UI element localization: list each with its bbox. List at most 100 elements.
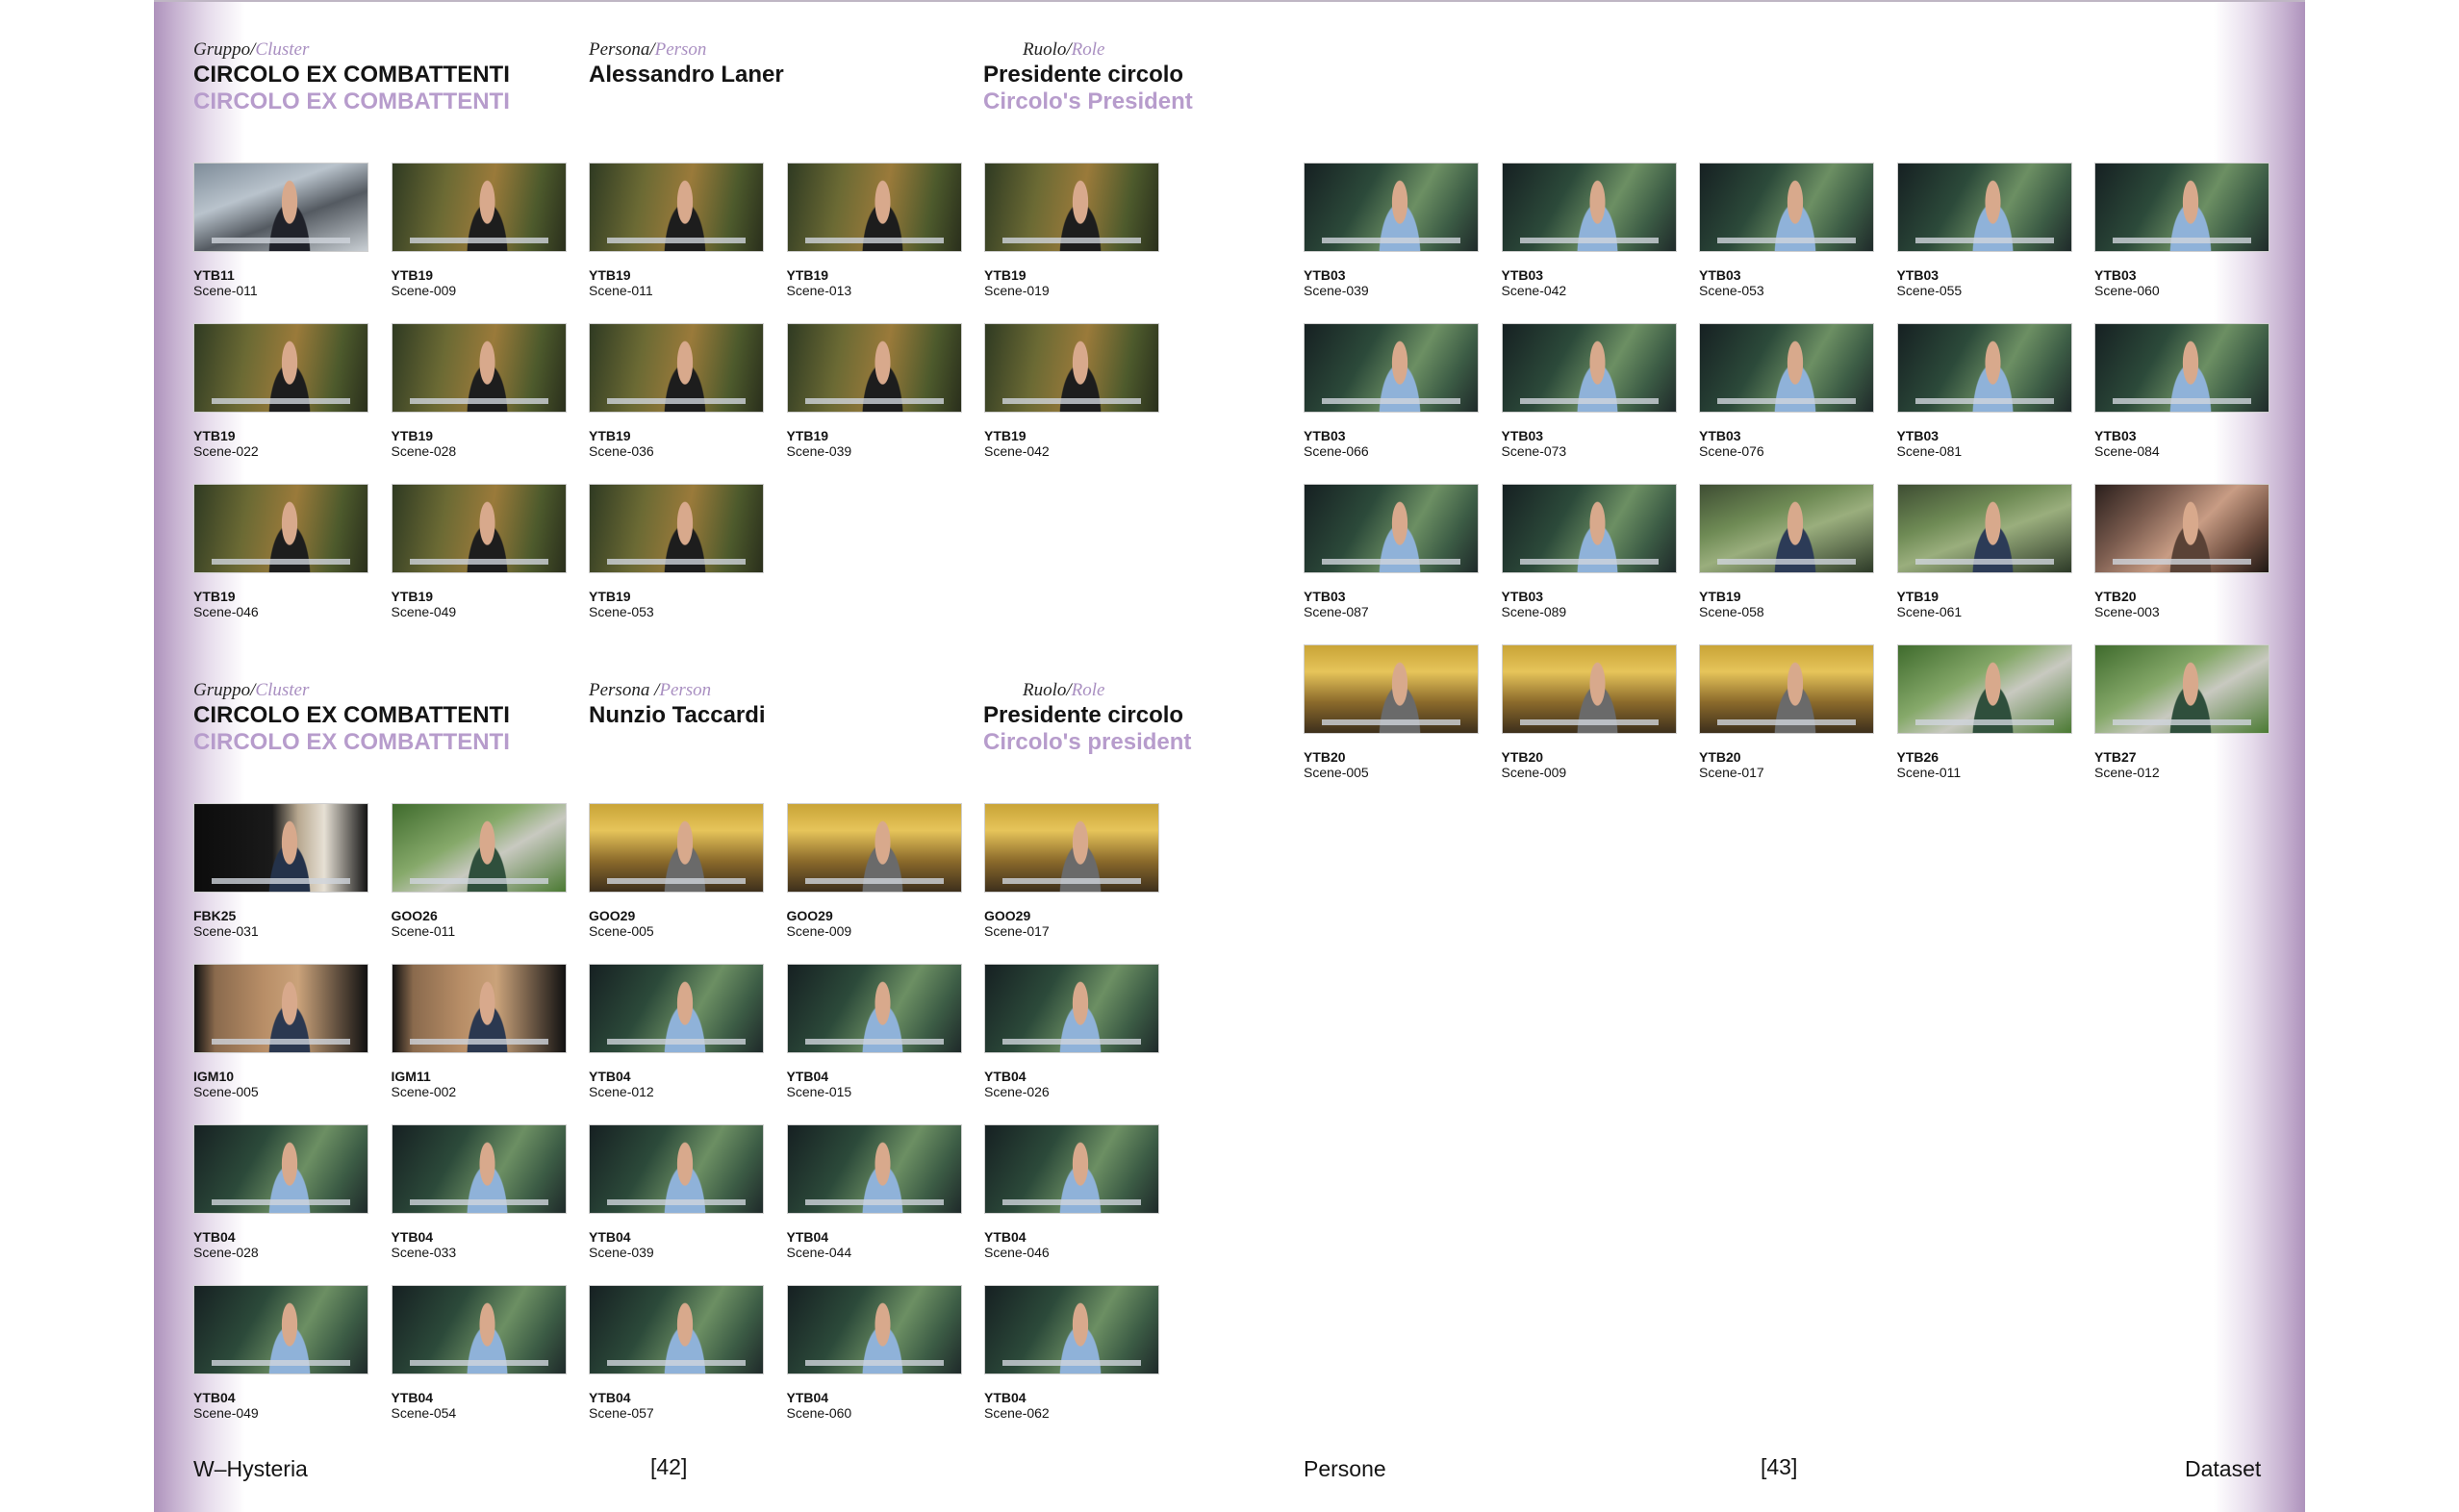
thumbnail-item: YTB19 Scene-058 [1699,484,1874,619]
thumbnail-item: YTB19 Scene-028 [391,323,567,459]
video-frame-image [193,163,368,252]
video-frame-image [1699,323,1874,413]
scene-label: Scene-031 [193,923,259,939]
thumbnail-item: YTB19 Scene-042 [984,323,1159,459]
caption-bar [212,1199,350,1205]
person-name: Alessandro Laner [589,62,784,88]
source-code-label: YTB19 [589,589,631,604]
video-frame-image [589,964,764,1053]
video-frame-image [1501,484,1677,573]
source-code-label: GOO29 [589,908,636,923]
thumbnail-item: YTB04 Scene-026 [984,964,1159,1099]
video-frame-image [1304,644,1479,734]
caption-bar [804,398,944,404]
source-code-label: YTB03 [1304,428,1346,443]
thumbnail-item: YTB04 Scene-060 [786,1285,962,1421]
caption-bar [409,1199,548,1205]
thumbnail-item: GOO29 Scene-009 [786,803,962,939]
person-label: Persona/Person [589,39,707,60]
thumbnail-item: YTB03 Scene-053 [1699,163,1874,298]
caption-bar [1914,719,2054,725]
caption-bar [409,238,548,243]
scene-label: Scene-011 [1896,765,1962,780]
caption-bar [409,398,548,404]
caption-bar [607,1360,746,1366]
source-code-label: YTB19 [984,267,1027,283]
role-name: Presidente circolo [983,62,1184,88]
video-frame-image [193,323,368,413]
source-code-label: YTB04 [193,1229,236,1245]
scene-label: Scene-084 [2094,443,2160,459]
person-name: Nunzio Taccardi [589,702,766,728]
caption-bar [1519,559,1659,565]
thumbnail-item: YTB04 Scene-033 [391,1124,567,1260]
caption-bar [2113,238,2251,243]
source-code-label: YTB03 [2094,267,2137,283]
scene-label: Scene-028 [391,443,457,459]
caption-bar [1519,398,1659,404]
video-frame-image [589,1124,764,1214]
source-code-label: YTB19 [786,267,829,283]
caption-bar [1322,559,1460,565]
video-frame-image [1699,484,1874,573]
caption-bar [212,398,350,404]
video-frame-image [193,803,368,893]
scene-label: Scene-046 [984,1245,1050,1260]
source-code-label: YTB04 [984,1069,1027,1084]
video-frame-image [589,323,764,413]
video-frame-image [1896,644,2072,734]
source-code-label: YTB19 [1896,589,1939,604]
video-frame-image [1304,163,1479,252]
caption-bar [804,1360,944,1366]
section2-cluster-block: Gruppo/Cluster CIRCOLO EX COMBATTENTI CI… [193,679,510,756]
scene-label: Scene-039 [786,443,852,459]
video-frame-image [391,1285,567,1374]
source-code-label: GOO26 [391,908,438,923]
caption-bar [1519,719,1659,725]
video-frame-image [984,1285,1159,1374]
thumbnail-item: YTB03 Scene-060 [2094,163,2269,298]
thumbnail-item: YTB19 Scene-046 [193,484,368,619]
role-label: Ruolo/Role [1023,680,1105,700]
source-code-label: YTB19 [391,589,434,604]
video-frame-image [193,964,368,1053]
scene-label: Scene-049 [391,604,457,619]
video-frame-image [984,1124,1159,1214]
thumbnail-item: YTB19 Scene-036 [589,323,764,459]
video-frame-image [391,163,567,252]
thumbnail-item: YTB26 Scene-011 [1896,644,2072,780]
scene-label: Scene-005 [1304,765,1369,780]
thumbnail-item: YTB20 Scene-009 [1501,644,1677,780]
caption-bar [1002,1039,1141,1045]
caption-bar [409,1039,548,1045]
caption-bar [607,1039,746,1045]
source-code-label: YTB19 [193,589,236,604]
scene-label: Scene-062 [984,1405,1050,1421]
video-frame-image [1699,644,1874,734]
section1-person-block: Persona/Person Alessandro Laner [589,38,784,88]
thumbnail-item: YTB03 Scene-039 [1304,163,1479,298]
thumbnail-item: YTB03 Scene-084 [2094,323,2269,459]
scene-label: Scene-028 [193,1245,259,1260]
scene-label: Scene-076 [1699,443,1764,459]
thumbnail-item: YTB19 Scene-061 [1896,484,2072,619]
footer-section-name: Persone [1304,1456,1386,1481]
scene-label: Scene-009 [786,923,852,939]
source-code-label: YTB04 [786,1229,829,1245]
source-code-label: YTB03 [2094,428,2137,443]
thumbnail-item: YTB04 Scene-062 [984,1285,1159,1421]
video-frame-image [589,1285,764,1374]
video-frame-image [984,163,1159,252]
caption-bar [409,1360,548,1366]
caption-bar [607,878,746,884]
footer-dataset-label: Dataset [2185,1456,2262,1481]
source-code-label: YTB04 [589,1229,631,1245]
cluster-name-en: CIRCOLO EX COMBATTENTI [193,729,510,755]
thumbnail-item: FBK25 Scene-031 [193,803,368,939]
thumbnail-item: YTB20 Scene-017 [1699,644,1874,780]
thumbnail-item: YTB04 Scene-054 [391,1285,567,1421]
source-code-label: YTB19 [786,428,829,443]
scene-label: Scene-073 [1501,443,1567,459]
scene-label: Scene-012 [2094,765,2160,780]
thumbnail-item: YTB03 Scene-066 [1304,323,1479,459]
